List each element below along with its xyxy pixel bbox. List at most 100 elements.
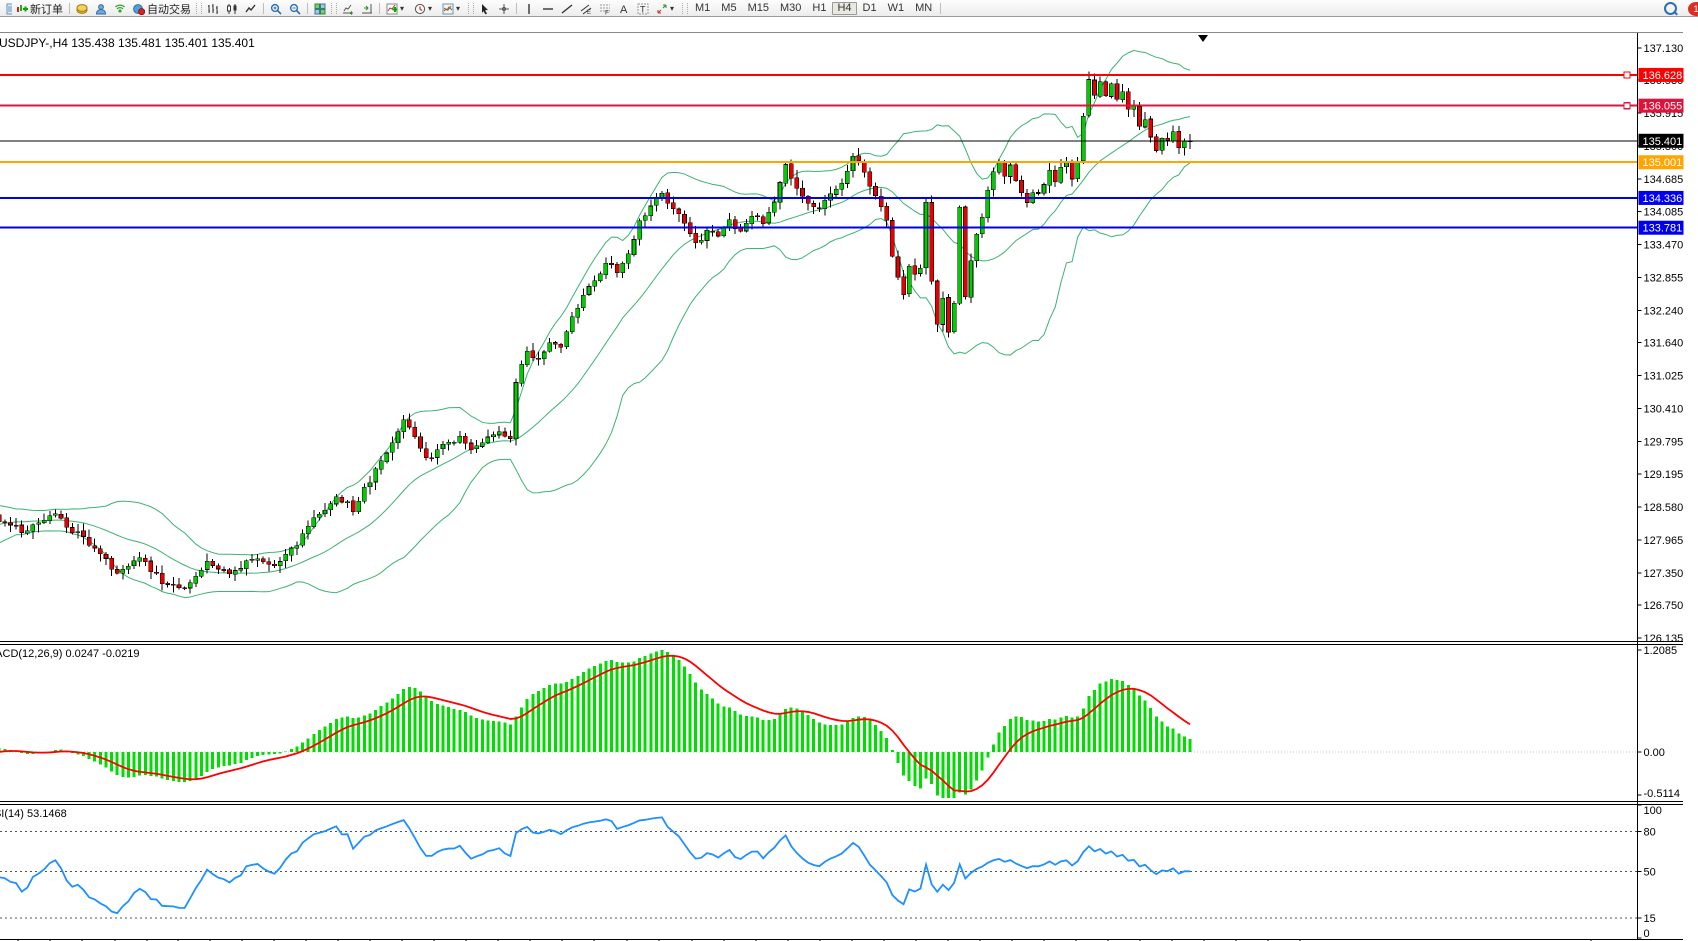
zoom-in-button[interactable] bbox=[267, 2, 285, 15]
text-label-button[interactable]: T bbox=[634, 2, 652, 15]
periods-clock-icon bbox=[414, 3, 426, 15]
candle-down bbox=[149, 561, 153, 572]
vertical-line-button[interactable] bbox=[520, 2, 538, 15]
indicators-button[interactable]: ▾ bbox=[383, 2, 410, 15]
candle-down bbox=[890, 220, 894, 256]
candle-down bbox=[789, 164, 793, 178]
candle-up bbox=[772, 202, 776, 212]
notification-badge-icon[interactable]: 1 bbox=[1688, 2, 1698, 16]
macd-pane[interactable] bbox=[0, 650, 1638, 798]
search-button[interactable] bbox=[1661, 2, 1680, 15]
price-axis[interactable]: 137.130136.530135.915135.300134.685134.0… bbox=[1638, 43, 1684, 940]
price-tick-label: 134.685 bbox=[1644, 174, 1684, 186]
candle-up bbox=[969, 261, 973, 297]
periods-button[interactable]: ▾ bbox=[411, 2, 438, 15]
timeframe-m1[interactable]: M1 bbox=[690, 2, 715, 15]
tile-windows-button[interactable] bbox=[311, 2, 329, 15]
price-tick-label: 128.580 bbox=[1644, 502, 1684, 514]
candle-up bbox=[638, 221, 642, 240]
candle-up bbox=[317, 514, 321, 517]
deposit-button[interactable] bbox=[73, 2, 91, 15]
candle-up bbox=[699, 240, 703, 242]
chart-shift-marker[interactable] bbox=[1198, 35, 1208, 42]
text-label-icon: T bbox=[637, 3, 649, 15]
macd-tick-label: -0.5114 bbox=[1644, 788, 1681, 800]
candle-down bbox=[211, 561, 215, 565]
candle-down bbox=[407, 420, 411, 427]
fibonacci-button[interactable]: F bbox=[596, 2, 614, 15]
timeframe-m30[interactable]: M30 bbox=[775, 2, 806, 15]
timeframe-h4[interactable]: H4 bbox=[832, 2, 856, 15]
candle-down bbox=[1093, 80, 1097, 95]
price-chart-area[interactable]: 137.130136.530135.915135.300134.685134.0… bbox=[0, 17, 1698, 941]
horizontal-line-button[interactable] bbox=[539, 2, 557, 15]
timeframe-h1[interactable]: H1 bbox=[807, 2, 831, 15]
crosshair-button[interactable] bbox=[495, 2, 513, 15]
candle-up bbox=[362, 487, 366, 501]
timeframe-w1[interactable]: W1 bbox=[883, 2, 910, 15]
candle-down bbox=[1137, 107, 1141, 127]
chart-shift-button[interactable] bbox=[358, 2, 376, 15]
candle-up bbox=[643, 216, 647, 220]
candle-up bbox=[918, 268, 922, 273]
timeframe-m15[interactable]: M15 bbox=[743, 2, 774, 15]
candle-down bbox=[913, 266, 917, 275]
candle-down bbox=[694, 233, 698, 243]
candle-down bbox=[1166, 138, 1170, 140]
line-chart-button[interactable] bbox=[242, 2, 260, 15]
candle-down bbox=[609, 263, 613, 265]
templates-button[interactable]: ▾ bbox=[439, 2, 466, 15]
candle-up bbox=[514, 383, 518, 439]
hline-handle[interactable] bbox=[1624, 72, 1630, 78]
candle-up bbox=[1048, 170, 1052, 185]
chevron-down-icon: ▾ bbox=[456, 4, 463, 13]
candle-up bbox=[138, 558, 142, 561]
bar-chart-button[interactable] bbox=[204, 2, 222, 15]
candle-up bbox=[435, 450, 439, 458]
zoom-out-button[interactable] bbox=[286, 2, 304, 15]
rsi-pane[interactable] bbox=[0, 817, 1638, 918]
autotrading-button[interactable]: 自动交易 bbox=[130, 2, 194, 15]
candle-up bbox=[334, 497, 338, 504]
auto-scroll-button[interactable] bbox=[339, 2, 357, 15]
candle-down bbox=[1070, 162, 1074, 179]
open-account-button[interactable] bbox=[92, 2, 110, 15]
candle-down bbox=[935, 281, 939, 324]
arrows-button[interactable]: ▾ bbox=[653, 2, 680, 15]
cursor-button[interactable] bbox=[476, 2, 494, 15]
price-tick-label: 131.025 bbox=[1644, 371, 1684, 383]
fibonacci-icon: F bbox=[599, 3, 611, 15]
price-tick-label: 137.130 bbox=[1644, 43, 1684, 55]
candle-down bbox=[430, 458, 434, 459]
candle-up bbox=[295, 546, 299, 549]
candle-up bbox=[593, 281, 597, 287]
candle-down bbox=[3, 522, 7, 523]
candle-up bbox=[284, 554, 288, 560]
candle-down bbox=[716, 232, 720, 236]
timeframe-m5[interactable]: M5 bbox=[716, 2, 741, 15]
new-order-button[interactable]: 新订单 bbox=[13, 2, 66, 15]
candle-down bbox=[143, 558, 147, 561]
candle-up bbox=[396, 432, 400, 443]
hline-handle[interactable] bbox=[1624, 103, 1630, 109]
zoom-out-icon bbox=[289, 3, 301, 15]
candle-up bbox=[25, 531, 29, 534]
candle-up bbox=[480, 443, 484, 447]
channel-button[interactable]: E bbox=[577, 2, 595, 15]
candlestick-button[interactable] bbox=[223, 2, 241, 15]
trendline-button[interactable] bbox=[558, 2, 576, 15]
clipped-chart-icon[interactable] bbox=[0, 3, 12, 15]
trendline-icon bbox=[561, 3, 573, 15]
new-order-label: 新订单 bbox=[30, 1, 63, 17]
candle-up bbox=[385, 453, 389, 462]
candle-down bbox=[930, 203, 934, 282]
timeframe-d1[interactable]: D1 bbox=[858, 2, 882, 15]
timeframe-mn[interactable]: MN bbox=[910, 2, 937, 15]
text-button[interactable]: A bbox=[615, 2, 633, 15]
toolbar-grip bbox=[468, 3, 474, 14]
signals-button[interactable] bbox=[111, 2, 129, 15]
candle-down bbox=[65, 518, 69, 527]
candle-up bbox=[452, 442, 456, 443]
indicators-icon bbox=[386, 3, 398, 15]
cursor-icon bbox=[479, 3, 491, 15]
